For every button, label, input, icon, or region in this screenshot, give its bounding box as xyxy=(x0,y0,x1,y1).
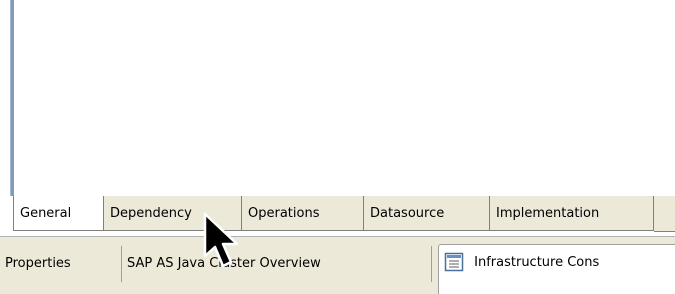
tab-datasource-label: Datasource xyxy=(370,206,445,221)
tab-infrastructure-console-label: Infrastructure Cons xyxy=(474,255,600,270)
tab-implementation-label: Implementation xyxy=(496,206,600,221)
tab-properties[interactable]: Properties xyxy=(0,246,122,282)
tab-general-label: General xyxy=(20,206,72,221)
editor-content-area xyxy=(0,0,675,196)
tab-operations-label: Operations xyxy=(248,206,320,221)
tab-implementation[interactable]: Implementation xyxy=(490,196,654,231)
tab-operations[interactable]: Operations xyxy=(242,196,364,231)
editor-left-border xyxy=(10,0,14,196)
tab-cluster-overview[interactable]: SAP AS Java Cluster Overview xyxy=(122,246,432,282)
editor-page-tabs: General Dependency Operations Datasource… xyxy=(0,196,675,236)
tab-dependency[interactable]: Dependency xyxy=(104,196,242,231)
view-tabs: Properties SAP AS Java Cluster Overview … xyxy=(0,236,675,294)
tab-cluster-overview-label: SAP AS Java Cluster Overview xyxy=(127,256,321,271)
tab-infrastructure-console[interactable]: Infrastructure Cons xyxy=(438,244,675,294)
tabbar-empty-area xyxy=(654,196,675,232)
tab-general[interactable]: General xyxy=(13,196,104,231)
console-view-icon xyxy=(444,251,464,271)
tab-properties-label: Properties xyxy=(5,256,71,271)
tab-dependency-label: Dependency xyxy=(110,206,192,221)
tab-datasource[interactable]: Datasource xyxy=(364,196,490,231)
